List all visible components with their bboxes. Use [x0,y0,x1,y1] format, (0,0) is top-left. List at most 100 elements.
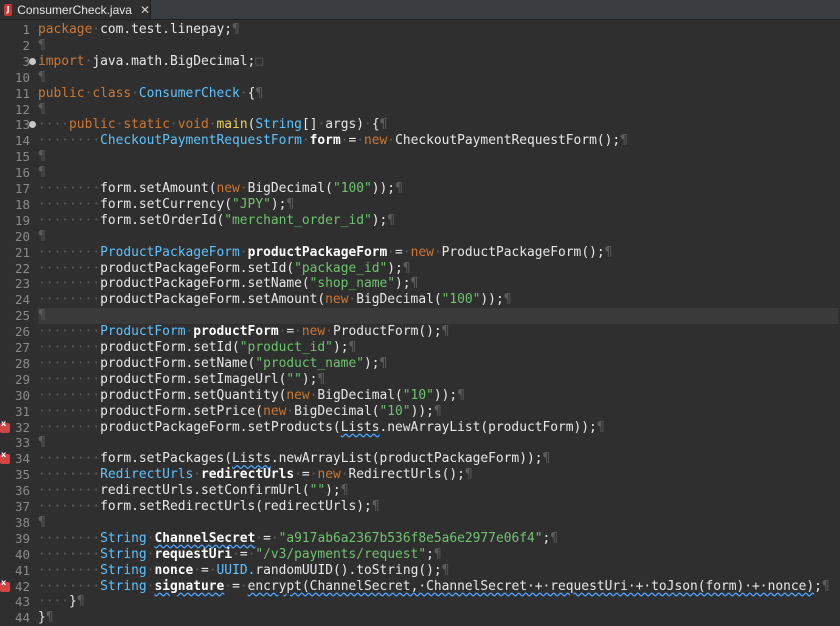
line-number: 15 [14,149,30,165]
code-line[interactable]: ········redirectUrls.setConfirmUrl("");¶ [38,483,348,499]
code-line[interactable]: ········productPackageForm.setAmount(new… [38,292,511,308]
code-token: ········ [38,467,101,483]
code-token: ¶ [620,133,628,149]
code-line[interactable]: ········form.setPackages(Lists.newArrayL… [38,451,550,467]
code-line[interactable]: ····}¶ [38,594,85,610]
code-line[interactable]: ¶ [38,515,46,531]
code-line[interactable]: ········productForm.setQuantity(new·BigD… [38,388,465,404]
code-token: productPackageForm.setAmount( [100,292,326,308]
line-number: 27 [14,340,30,355]
code-token: String [100,530,147,546]
code-line[interactable]: ········productForm.setId("product_id");… [38,340,356,356]
code-line[interactable]: ········String·nonce·=·UUID.randomUUID()… [38,563,449,579]
code-token: · [131,85,139,101]
code-token: static [123,117,170,133]
code-line[interactable]: ¶ [38,435,46,451]
line-number: 22 [14,260,30,276]
code-line[interactable]: ········RedirectUrls·redirectUrls·=·new·… [38,467,473,483]
code-line[interactable]: ¶ [38,165,46,181]
code-line[interactable]: ¶ [38,308,838,325]
code-token: ¶ [286,196,295,212]
code-token: ¶ [45,610,54,626]
fold-toggle-icon[interactable] [29,57,36,65]
code-line[interactable]: ········ProductForm·productForm·=·new·Pr… [38,324,449,340]
fold-toggle-icon[interactable] [29,121,36,129]
code-token: · [270,530,279,546]
code-token: ¶ [604,244,613,260]
code-line[interactable]: ····public·static·void·main(String[]·arg… [38,117,387,133]
code-token: ¶ [38,101,46,117]
code-line[interactable]: }¶ [38,610,54,626]
code-line[interactable]: ········String·signature·=·encrypt(Chann… [38,579,830,595]
code-token: "JPY" [232,196,271,212]
code-token: productPackageForm.setName( [100,276,310,292]
code-token: ¶ [38,69,46,85]
code-token: )); [433,387,458,403]
error-marker-icon[interactable] [0,578,10,592]
code-token: redirectUrls [201,467,295,483]
code-line[interactable]: ········ProductPackageForm·productPackag… [38,245,612,261]
code-token: public [38,85,85,101]
code-line[interactable]: ········productForm.setImageUrl("");¶ [38,372,325,388]
code-line[interactable]: ········productPackageForm.setProducts(L… [38,420,605,436]
code-line[interactable]: ¶ [38,38,46,54]
code-token: ¶ [503,292,512,308]
code-token: new [410,244,434,260]
code-line[interactable]: package·com.test.linepay;¶ [38,22,240,38]
code-line[interactable]: ········CheckoutPaymentRequestForm·form·… [38,133,628,149]
code-line[interactable]: ········form.setAmount(new·BigDecimal("1… [38,181,403,197]
code-line[interactable]: public·class·ConsumerCheck·{¶ [38,86,263,102]
code-token: ¶ [395,181,403,196]
code-editor[interactable]: 1 2 3 10 11 12 13 14 15 16 17 18 19 20 21 22 23 24 25 26 27 2… [0,20,840,625]
error-marker-icon[interactable] [0,419,10,433]
code-line[interactable]: ········form.setCurrency("JPY");¶ [38,197,294,213]
code-token: ProductPackageForm [100,244,240,260]
line-number: 20 [14,228,30,244]
tab-consumercheck-java[interactable]: J ConsumerCheck.java ✕ [0,0,151,19]
code-line[interactable]: ¶ [38,229,46,245]
code-token: ); [387,260,403,276]
code-line[interactable]: ········productPackageForm.setId("packag… [38,261,411,277]
code-token: )); [371,181,396,196]
code-line[interactable]: ¶ [38,149,46,165]
code-token: encrypt(ChannelSecret,·ChannelSecret·+·r… [247,578,815,594]
code-token: · [356,133,364,149]
code-token: } [69,594,77,610]
code-token: ProductForm [100,324,186,340]
code-token: ········ [38,244,101,260]
line-number: 39 [14,530,30,546]
error-marker-icon[interactable] [0,450,10,465]
code-token: ConsumerCheck [138,85,240,101]
line-number: 33 [14,435,30,451]
code-token: requestUri [154,546,233,562]
code-line[interactable]: ········form.setRedirectUrls(redirectUrl… [38,499,380,515]
code-token: ········ [38,499,101,514]
code-area[interactable]: package·com.test.linepay;¶ ¶ import·java.m… [38,20,838,625]
code-token: ¶ [441,324,450,340]
code-token: "package_id" [294,260,388,276]
code-token: · [239,181,248,196]
code-token: ¶ [255,85,264,101]
code-token: "product_name" [255,355,364,371]
code-token: ); [301,371,318,387]
code-line[interactable]: ········productPackageForm.setName("shop… [38,276,418,292]
code-line[interactable]: ········form.setOrderId("merchant_order_… [38,213,395,229]
code-token: ¶ [38,435,46,451]
line-number: 26 [14,324,30,340]
code-line[interactable]: ¶ [38,70,46,86]
code-line[interactable]: ········String·ChannelSecret·=·"a917ab6a… [38,531,558,547]
code-token: "100" [332,181,372,196]
code-token: ¶ [387,212,396,228]
code-line[interactable]: ········productForm.setPrice(new·BigDeci… [38,404,442,420]
code-token: ChannelSecret [154,530,256,546]
code-token: ········ [38,355,101,371]
close-icon[interactable]: ✕ [140,3,150,17]
code-token: RedirectUrls [100,467,194,483]
code-token: )); [480,292,504,308]
code-token: form.setCurrency( [100,196,233,212]
code-token: Lists [232,451,271,467]
code-line[interactable]: ¶ [38,102,46,118]
code-line[interactable]: ········productForm.setName("product_nam… [38,356,387,372]
code-line[interactable]: import·java.math.BigDecimal;□ [38,54,263,70]
code-line[interactable]: ········String·requestUri·=·"/v3/payment… [38,547,442,563]
